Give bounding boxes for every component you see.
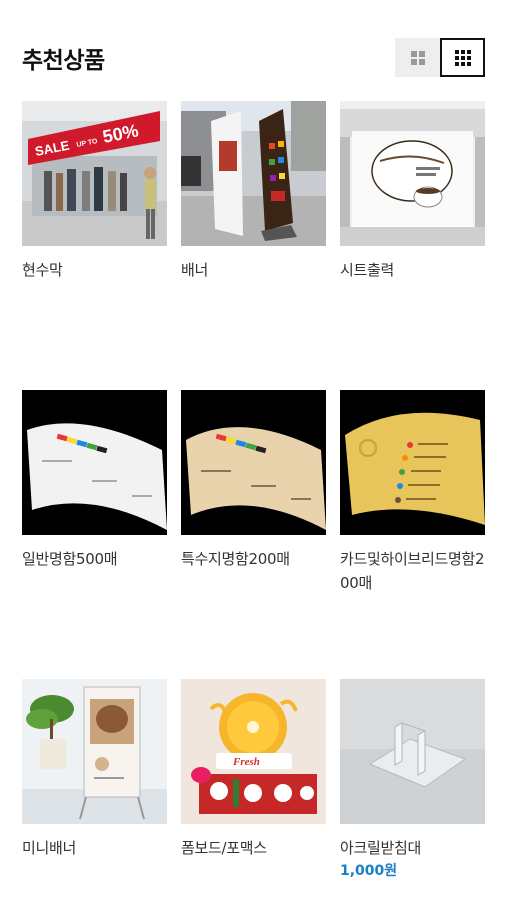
product-name[interactable]: 일반명함500매 — [22, 547, 167, 571]
product-price: 1,000원 — [340, 863, 398, 879]
product-card[interactable]: 아크릴받침대 1,000원 — [340, 679, 485, 882]
product-image-banner-store[interactable]: SALE UP TO 50% — [22, 101, 167, 246]
grid-2-view-button[interactable] — [395, 38, 440, 77]
product-card[interactable]: 시트출력 — [340, 101, 485, 282]
product-name[interactable]: 현수막 — [22, 258, 167, 282]
product-card[interactable]: SALE UP TO 50% 현수막 — [22, 101, 167, 282]
section-title: 추천상품 — [22, 48, 105, 74]
fresh-sign-text: Fresh — [232, 756, 260, 768]
product-image-business-card[interactable] — [22, 390, 167, 535]
product-card[interactable]: 배너 — [181, 101, 326, 282]
product-card[interactable]: 카드및하이브리드명함200매 — [340, 390, 485, 595]
product-image-acrylic-stand[interactable] — [340, 679, 485, 824]
product-name[interactable]: 배너 — [181, 258, 326, 282]
product-image-mini-banner[interactable] — [22, 679, 167, 824]
view-toggle — [395, 38, 486, 77]
product-name[interactable]: 특수지명함200매 — [181, 547, 326, 571]
section-header: 추천상품 — [22, 38, 486, 78]
grid-2-icon — [410, 50, 425, 65]
product-image-hybrid-card[interactable] — [340, 390, 485, 535]
product-card[interactable]: 미니배너 — [22, 679, 167, 860]
grid-3-view-button[interactable] — [440, 38, 485, 77]
product-image-foamboard[interactable]: Fresh — [181, 679, 326, 824]
product-name[interactable]: 시트출력 — [340, 258, 485, 282]
product-name[interactable]: 폼보드/포맥스 — [181, 836, 326, 860]
product-card[interactable]: Fresh 폼보드/포맥스 — [181, 679, 326, 860]
product-name[interactable]: 아크릴받침대 — [340, 836, 485, 860]
product-image-sheet-print[interactable] — [340, 101, 485, 246]
product-image-banner-stand[interactable] — [181, 101, 326, 246]
product-name[interactable]: 카드및하이브리드명함200매 — [340, 547, 485, 595]
product-image-special-card[interactable] — [181, 390, 326, 535]
grid-3-icon — [454, 49, 471, 66]
product-name[interactable]: 미니배너 — [22, 836, 167, 860]
product-card[interactable]: 특수지명함200매 — [181, 390, 326, 571]
product-card[interactable]: 일반명함500매 — [22, 390, 167, 571]
